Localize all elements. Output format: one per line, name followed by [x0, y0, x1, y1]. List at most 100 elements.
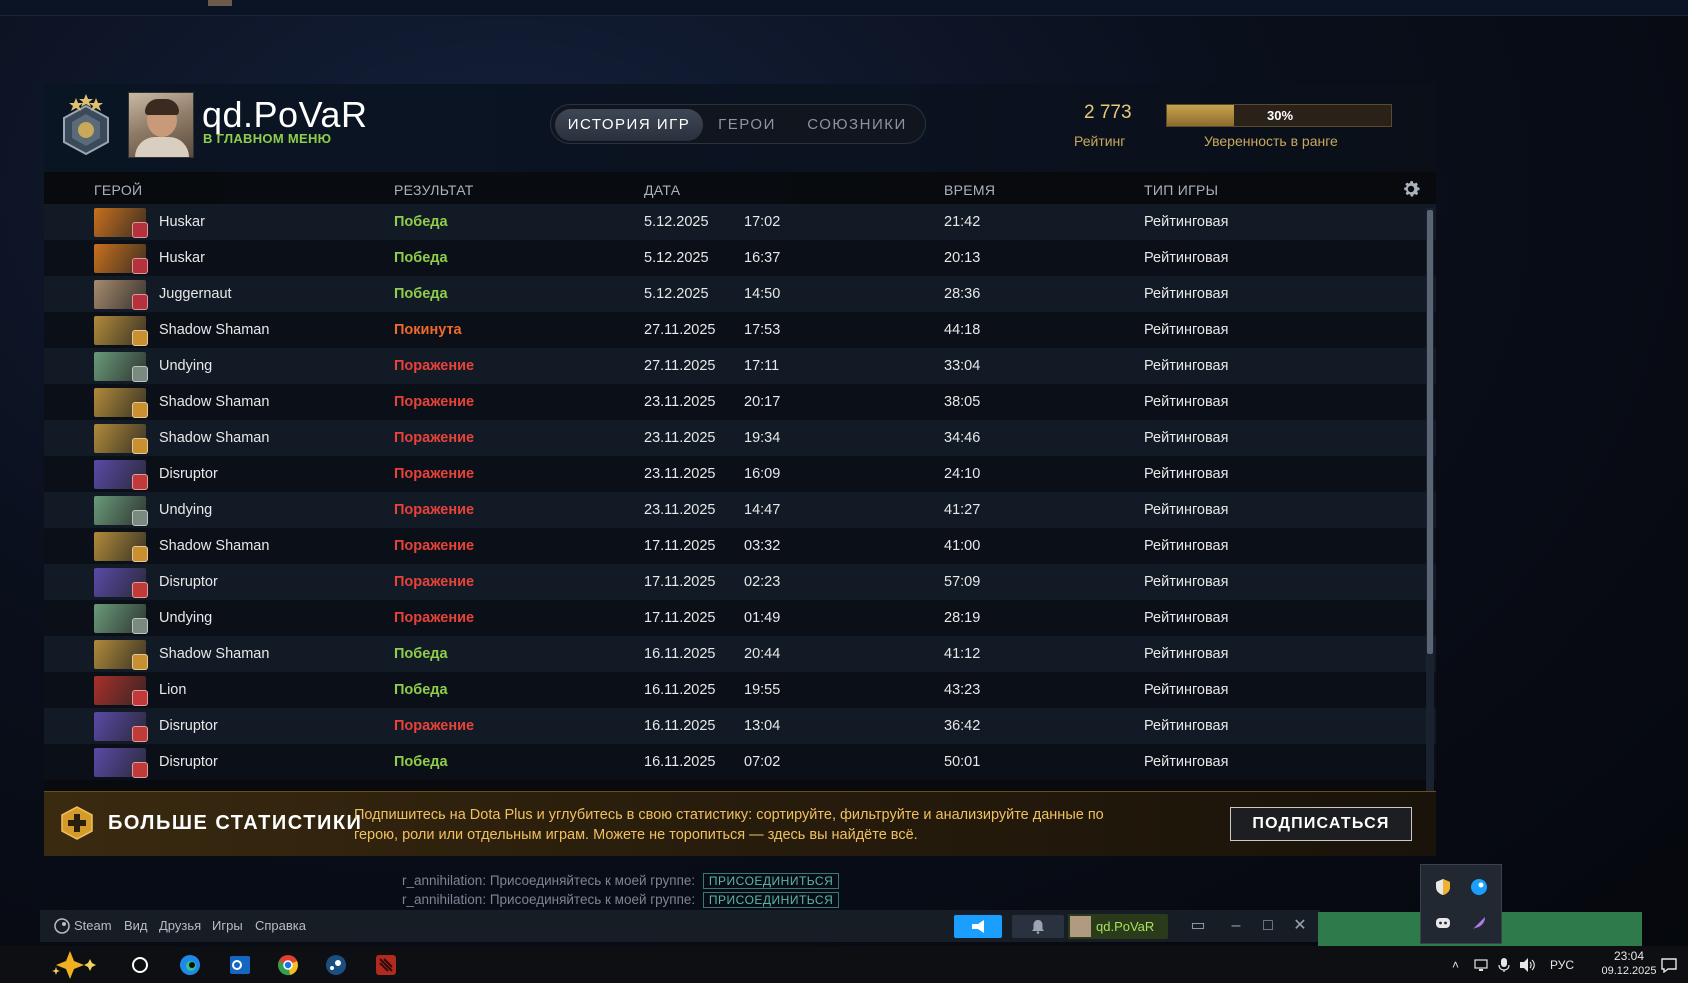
- player-username: qd.PoVaR: [202, 94, 368, 135]
- steam-menu-steam[interactable]: Steam: [74, 910, 112, 942]
- match-result: Победа: [394, 646, 448, 662]
- match-row[interactable]: Disruptor Поражение 16.11.2025 13:04 36:42 Ре…: [44, 708, 1436, 744]
- game-type: Рейтинговая: [1144, 682, 1229, 698]
- notifications-center-icon[interactable]: [1660, 957, 1678, 973]
- steam-app-icon[interactable]: [324, 953, 348, 977]
- match-date: 17.11.2025: [644, 538, 716, 554]
- hero-name: Undying: [159, 502, 213, 518]
- join-party-button[interactable]: ПРИСОЕДИНИТЬСЯ: [702, 892, 840, 908]
- column-header-duration[interactable]: ВРЕМЯ: [944, 176, 995, 204]
- match-row[interactable]: Disruptor Поражение 23.11.2025 16:09 24:10 Ре…: [44, 456, 1436, 492]
- subscribe-button[interactable]: ПОДПИСАТЬСЯ: [1230, 807, 1412, 841]
- big-picture-icon[interactable]: ▭: [1186, 914, 1210, 938]
- copilot-sparkle-icon[interactable]: [46, 949, 108, 981]
- match-date: 23.11.2025: [644, 394, 716, 410]
- match-row[interactable]: Shadow Shaman Победа 16.11.2025 20:44 41:12 Р…: [44, 636, 1436, 672]
- column-header-hero[interactable]: ГЕРОЙ: [94, 176, 142, 204]
- match-row[interactable]: Huskar Победа 5.12.2025 17:02 21:42 Рейтингов…: [44, 204, 1436, 240]
- hero-name: Shadow Shaman: [159, 322, 270, 338]
- security-shield-icon[interactable]: [1433, 877, 1453, 897]
- match-date: 27.11.2025: [644, 358, 716, 374]
- match-date: 17.11.2025: [644, 610, 716, 626]
- match-result: Поражение: [394, 502, 475, 518]
- announcements-button[interactable]: [954, 915, 1002, 938]
- steam-user-menu[interactable]: qd.PoVaR: [1068, 914, 1168, 939]
- game-type: Рейтинговая: [1144, 718, 1229, 734]
- match-start-time: 20:44: [744, 646, 781, 662]
- steam-username: qd.PoVaR: [1096, 919, 1155, 934]
- match-row[interactable]: Shadow Shaman Поражение 23.11.2025 19:34 34:…: [44, 420, 1436, 456]
- column-header-game-type[interactable]: ТИП ИГРЫ: [1144, 176, 1218, 204]
- settings-gear-icon[interactable]: [1400, 178, 1422, 200]
- match-date: 16.11.2025: [644, 646, 716, 662]
- clock-time[interactable]: 23:04: [1599, 949, 1659, 963]
- steam-menu-help[interactable]: Справка: [255, 910, 306, 942]
- join-party-button[interactable]: ПРИСОЕДИНИТЬСЯ: [702, 873, 840, 889]
- hero-role-icon: [132, 294, 148, 310]
- microphone-icon[interactable]: [1498, 957, 1510, 973]
- match-duration: 34:46: [944, 430, 981, 446]
- chat-sender[interactable]: r_annihilation: [402, 873, 482, 888]
- game-type: Рейтинговая: [1144, 358, 1229, 374]
- match-row[interactable]: Undying Поражение 23.11.2025 14:47 41:27 Рейт…: [44, 492, 1436, 528]
- chat-sender[interactable]: r_annihilation: [402, 892, 482, 907]
- match-row[interactable]: Undying Поражение 17.11.2025 01:49 28:19 Рейт…: [44, 600, 1436, 636]
- input-language[interactable]: РУС: [1550, 958, 1574, 972]
- tab-allies[interactable]: СОЮЗНИКИ: [791, 109, 923, 141]
- notifications-button[interactable]: [1012, 915, 1064, 938]
- match-date: 23.11.2025: [644, 430, 716, 446]
- match-row[interactable]: Huskar Победа 5.12.2025 16:37 20:13 Рейтингов…: [44, 240, 1436, 276]
- game-type: Рейтинговая: [1144, 466, 1229, 482]
- player-avatar[interactable]: [128, 92, 194, 158]
- match-duration: 24:10: [944, 466, 981, 482]
- tab-heroes[interactable]: ГЕРОИ: [711, 109, 783, 141]
- game-type: Рейтинговая: [1144, 322, 1229, 338]
- match-row[interactable]: Shadow Shaman Поражение 23.11.2025 20:17 38:…: [44, 384, 1436, 420]
- minimize-icon[interactable]: –: [1224, 914, 1248, 938]
- game-type: Рейтинговая: [1144, 250, 1229, 266]
- outlook-icon[interactable]: [228, 953, 252, 977]
- discord-icon[interactable]: [1433, 913, 1453, 933]
- chat-message: Присоединяйтесь к моей группе:: [489, 873, 696, 888]
- match-duration: 28:36: [944, 286, 981, 302]
- close-icon[interactable]: ✕: [1288, 914, 1312, 938]
- chrome-icon[interactable]: [276, 953, 300, 977]
- chat-message: Присоединяйтесь к моей группе:: [489, 892, 696, 907]
- match-row[interactable]: Shadow Shaman Поражение 17.11.2025 03:32 41:…: [44, 528, 1436, 564]
- dota2-app-icon[interactable]: [374, 953, 398, 977]
- edge-browser-icon[interactable]: [178, 953, 202, 977]
- match-list-scroll-thumb[interactable]: [1427, 210, 1433, 654]
- column-header-result[interactable]: РЕЗУЛЬТАТ: [394, 176, 474, 204]
- volume-icon[interactable]: [1518, 957, 1536, 973]
- hero-name: Huskar: [159, 250, 205, 266]
- match-duration: 38:05: [944, 394, 981, 410]
- match-row[interactable]: Disruptor Поражение 17.11.2025 02:23 57:09 Ре…: [44, 564, 1436, 600]
- match-start-time: 17:11: [744, 358, 780, 374]
- network-icon[interactable]: [1474, 958, 1490, 972]
- feather-app-icon[interactable]: [1469, 913, 1489, 933]
- hero-role-icon: [132, 258, 148, 274]
- match-start-time: 14:47: [744, 502, 781, 518]
- match-row[interactable]: Juggernaut Победа 5.12.2025 14:50 28:36 Рейти…: [44, 276, 1436, 312]
- tray-up-arrow-icon[interactable]: ˄: [1452, 958, 1459, 972]
- hero-role-icon: [132, 402, 148, 418]
- match-result: Покинута: [394, 322, 462, 338]
- maximize-icon[interactable]: □: [1256, 914, 1280, 938]
- search-circle-icon[interactable]: [128, 953, 152, 977]
- match-row[interactable]: Lion Победа 16.11.2025 19:55 43:23 Рейтингова…: [44, 672, 1436, 708]
- steam-menu-games[interactable]: Игры: [212, 910, 243, 942]
- match-date: 27.11.2025: [644, 322, 716, 338]
- column-header-date[interactable]: ДАТА: [644, 176, 680, 204]
- match-result: Победа: [394, 286, 448, 302]
- tab-match-history[interactable]: ИСТОРИЯ ИГР: [555, 109, 703, 141]
- match-row[interactable]: Shadow Shaman Покинута 27.11.2025 17:53 44:1…: [44, 312, 1436, 348]
- match-row[interactable]: Undying Поражение 27.11.2025 17:11 33:04 Рейт…: [44, 348, 1436, 384]
- steam-tray-icon[interactable]: [1469, 877, 1489, 897]
- steam-menu-view[interactable]: Вид: [124, 910, 148, 942]
- match-result: Поражение: [394, 358, 475, 374]
- rank-confidence-label: Уверенность в ранге: [1204, 133, 1338, 149]
- match-duration: 21:42: [944, 214, 981, 230]
- match-row[interactable]: Disruptor Победа 16.11.2025 07:02 50:01 Рейти…: [44, 744, 1436, 780]
- steam-menu-friends[interactable]: Друзья: [159, 910, 201, 942]
- match-duration: 20:13: [944, 250, 981, 266]
